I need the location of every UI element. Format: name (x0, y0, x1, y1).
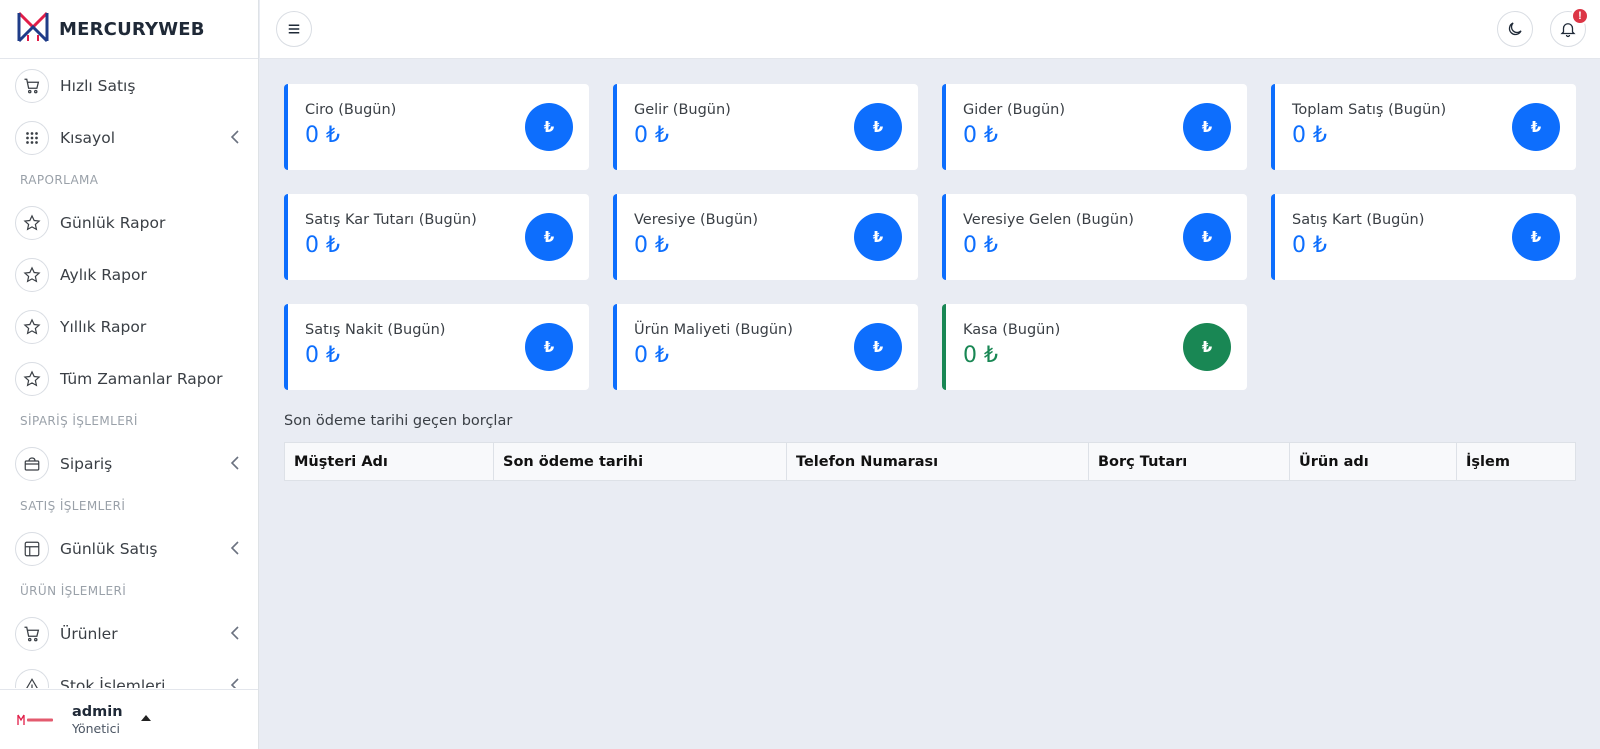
caret-up-icon (140, 714, 151, 721)
chevron-left-icon (230, 541, 239, 555)
sidebar-item-urunler[interactable]: Ürünler (0, 608, 258, 660)
sidebar-item-label: Günlük Satış (60, 540, 158, 558)
sidebar-menu: Hızlı Satış Kısayol RAPORLAMA Günlük Rap… (0, 60, 258, 688)
section-satis-islemleri: SATIŞ İŞLEMLERİ (20, 499, 126, 513)
star-icon (15, 206, 49, 240)
hamburger-button[interactable] (276, 11, 312, 47)
stat-card-kasa: Kasa (Bugün) 0 ₺ ₺ (942, 304, 1247, 390)
section-urun-islemleri: ÜRÜN İŞLEMLERİ (20, 584, 127, 598)
chevron-left-icon (230, 456, 239, 470)
stat-card-gider: Gider (Bugün) 0 ₺ ₺ (942, 84, 1247, 170)
stat-card-veresiye: Veresiye (Bugün) 0 ₺ ₺ (613, 194, 918, 280)
lira-icon: ₺ (1512, 213, 1560, 261)
overdue-debts-table: Müşteri Adı Son ödeme tarihi Telefon Num… (284, 442, 1576, 481)
lira-icon: ₺ (525, 323, 573, 371)
column-header[interactable]: Borç Tutarı (1088, 442, 1290, 481)
user-name: admin (72, 703, 123, 720)
stat-card-gelir: Gelir (Bugün) 0 ₺ ₺ (613, 84, 918, 170)
stat-cards: Ciro (Bugün) 0 ₺ ₺ Gelir (Bugün) 0 ₺ ₺ G… (284, 84, 1576, 390)
star-icon (15, 362, 49, 396)
lira-icon: ₺ (1512, 103, 1560, 151)
section-siparis-islemleri: SİPARİŞ İŞLEMLERİ (20, 414, 138, 428)
lira-icon: ₺ (1183, 323, 1231, 371)
sidebar-item-kisayol[interactable]: Kısayol (0, 112, 258, 164)
sidebar-item-hizli-satis[interactable]: Hızlı Satış (0, 60, 258, 112)
main-content: Ciro (Bugün) 0 ₺ ₺ Gelir (Bugün) 0 ₺ ₺ G… (284, 84, 1576, 390)
hamburger-icon (288, 24, 300, 34)
stat-card-satis-kart: Satış Kart (Bugün) 0 ₺ ₺ (1271, 194, 1576, 280)
column-header[interactable]: Telefon Numarası (786, 442, 1089, 481)
chevron-left-icon (230, 678, 239, 688)
brand-name: MERCURYWEB (59, 18, 205, 40)
lira-icon: ₺ (1183, 103, 1231, 151)
sidebar-item-gunluk-satis[interactable]: Günlük Satış (0, 523, 258, 575)
user-role: Yönetici (72, 720, 120, 736)
notification-button[interactable]: ! (1550, 7, 1589, 47)
grid-icon (15, 121, 49, 155)
table-header-row: Müşteri Adı Son ödeme tarihi Telefon Num… (284, 442, 1576, 481)
column-header[interactable]: Müşteri Adı (284, 442, 494, 481)
sidebar-item-stok-islemleri[interactable]: Stok İşlemleri (0, 660, 258, 688)
cart-icon (15, 617, 49, 651)
star-icon (15, 310, 49, 344)
sidebar-item-yillik-rapor[interactable]: Yıllık Rapor (0, 301, 258, 353)
column-header[interactable]: İşlem (1456, 442, 1576, 481)
sidebar-item-label: Kısayol (60, 129, 116, 147)
mercury-logo-icon (16, 10, 50, 48)
chevron-left-icon (230, 626, 239, 640)
cart-icon (15, 69, 49, 103)
warning-icon (15, 669, 49, 688)
package-icon (15, 447, 49, 481)
layout-icon (15, 532, 49, 566)
lira-icon: ₺ (854, 103, 902, 151)
sidebar-item-aylik-rapor[interactable]: Aylık Rapor (0, 249, 258, 301)
stat-card-ciro: Ciro (Bugün) 0 ₺ ₺ (284, 84, 589, 170)
user-logo-icon (17, 713, 55, 727)
stat-card-satis-kar-tutari: Satış Kar Tutarı (Bugün) 0 ₺ ₺ (284, 194, 589, 280)
column-header[interactable]: Son ödeme tarihi (493, 442, 787, 481)
chevron-left-icon (230, 130, 239, 144)
theme-toggle-button[interactable] (1497, 11, 1533, 47)
lira-icon: ₺ (854, 323, 902, 371)
overdue-debts-title: Son ödeme tarihi geçen borçlar (284, 413, 513, 429)
topbar: ! (260, 0, 1600, 59)
star-icon (15, 258, 49, 292)
stat-card-satis-nakit: Satış Nakit (Bugün) 0 ₺ ₺ (284, 304, 589, 390)
stat-card-veresiye-gelen: Veresiye Gelen (Bugün) 0 ₺ ₺ (942, 194, 1247, 280)
sidebar-item-label: Günlük Rapor (60, 214, 166, 232)
stat-card-urun-maliyeti: Ürün Maliyeti (Bugün) 0 ₺ ₺ (613, 304, 918, 390)
lira-icon: ₺ (525, 103, 573, 151)
sidebar-item-label: Aylık Rapor (60, 266, 147, 284)
sidebar-item-label: Stok İşlemleri (60, 677, 166, 688)
sidebar-item-label: Sipariş (60, 455, 113, 473)
sidebar-item-tum-zamanlar-rapor[interactable]: Tüm Zamanlar Rapor (0, 353, 258, 405)
moon-icon (1508, 22, 1522, 36)
sidebar-item-label: Hızlı Satış (60, 77, 136, 95)
lira-icon: ₺ (525, 213, 573, 261)
sidebar-item-label: Ürünler (60, 625, 118, 643)
user-menu[interactable]: admin Yönetici (0, 689, 258, 749)
user-info: admin Yönetici (72, 704, 123, 736)
sidebar-item-label: Yıllık Rapor (60, 318, 147, 336)
stat-card-toplam-satis: Toplam Satış (Bugün) 0 ₺ ₺ (1271, 84, 1576, 170)
section-raporlama: RAPORLAMA (20, 173, 99, 187)
sidebar: MERCURYWEB Hızlı Satış Kısayol RAPORLAMA… (0, 0, 259, 749)
sidebar-item-siparis[interactable]: Sipariş (0, 438, 258, 490)
lira-icon: ₺ (1183, 213, 1231, 261)
brand[interactable]: MERCURYWEB (0, 0, 258, 59)
sidebar-item-gunluk-rapor[interactable]: Günlük Rapor (0, 197, 258, 249)
sidebar-item-label: Tüm Zamanlar Rapor (60, 370, 223, 388)
notification-badge: ! (1571, 7, 1589, 25)
column-header[interactable]: Ürün adı (1289, 442, 1457, 481)
lira-icon: ₺ (854, 213, 902, 261)
